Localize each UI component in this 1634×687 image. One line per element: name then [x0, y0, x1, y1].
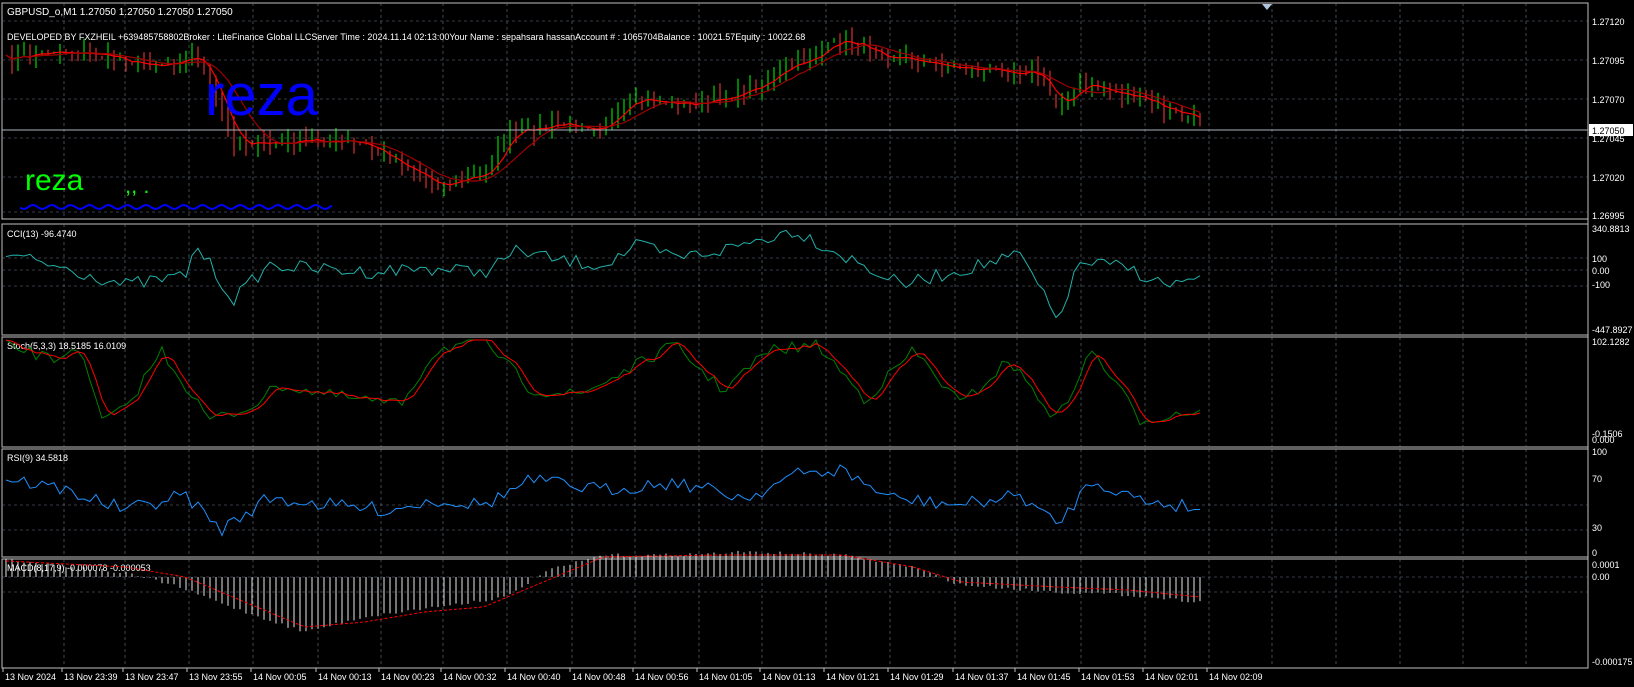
cci-label: CCI(13) -96.4740 [7, 229, 77, 239]
cci-scale: 340.8813 100 0.00 -100 -447.8927 [1592, 224, 1633, 335]
stoch-panel[interactable] [1, 336, 1589, 448]
macd-signal-line [5, 554, 1201, 628]
time-label: 14 Nov 00:56 [635, 672, 689, 682]
time-label: 14 Nov 00:32 [443, 672, 497, 682]
symbol-header: GBPUSD_o,M1 1.27050 1.27050 1.27050 1.27… [7, 7, 233, 18]
cci-scale-label: 0.00 [1592, 266, 1610, 276]
time-label: 14 Nov 02:01 [1145, 672, 1199, 682]
time-label: 14 Nov 01:05 [699, 672, 753, 682]
time-label: 14 Nov 01:37 [955, 672, 1009, 682]
cci-scale-label: 340.8813 [1592, 224, 1630, 234]
time-label: 14 Nov 00:13 [318, 672, 372, 682]
time-label: 13 Nov 23:39 [64, 672, 118, 682]
stoch-scale: 102.12820.000-0.1506 [1592, 337, 1630, 445]
rsi-scale-label: 30 [1592, 523, 1602, 533]
time-label: 14 Nov 01:53 [1081, 672, 1135, 682]
macd-scale: 0.0001 0.00 -0.000175 [1592, 560, 1633, 667]
trading-chart[interactable]: GBPUSD_o,M1 1.27050 1.27050 1.27050 1.27… [0, 0, 1634, 687]
macd-scale-label: 0.0001 [1592, 560, 1620, 570]
moving-average-slow [5, 44, 1201, 182]
watermark-marks: ,, . [125, 173, 149, 198]
price-label: 1.27095 [1592, 56, 1625, 66]
time-label: 14 Nov 00:23 [381, 672, 435, 682]
time-label: 14 Nov 02:09 [1209, 672, 1263, 682]
rsi-scale: 100 70 30 0 [1592, 447, 1607, 558]
macd-scale-label: 0.00 [1592, 572, 1610, 582]
time-label: 14 Nov 00:40 [507, 672, 561, 682]
rsi-scale-label: 0 [1592, 548, 1597, 558]
time-label: 13 Nov 23:55 [189, 672, 243, 682]
time-label: 13 Nov 2024 [5, 672, 56, 682]
time-label: 14 Nov 00:05 [253, 672, 307, 682]
cci-line [5, 229, 1201, 319]
stoch-label: Stoch(5,3,3) 18.5185 16.0109 [7, 341, 126, 351]
watermark-big: reza [205, 63, 319, 128]
candles [11, 27, 1201, 197]
stoch-scale-label: -0.1506 [1592, 429, 1623, 439]
macd-panel[interactable] [1, 558, 1589, 669]
cci-scale-label: -100 [1592, 280, 1610, 290]
time-label: 14 Nov 01:21 [826, 672, 880, 682]
time-label: 14 Nov 01:13 [762, 672, 816, 682]
current-price-label: 1.27050 [1592, 126, 1625, 136]
shift-triangle-icon[interactable] [1262, 4, 1272, 10]
rsi-label: RSI(9) 34.5818 [7, 453, 68, 463]
rsi-scale-label: 70 [1592, 474, 1602, 484]
rsi-scale-label: 100 [1592, 447, 1607, 457]
time-axis: 13 Nov 2024 13 Nov 23:39 13 Nov 23:47 13 No… [2, 668, 1263, 682]
cci-panel[interactable] [1, 223, 1589, 336]
wave-decoration [19, 203, 333, 211]
rsi-line [5, 464, 1200, 537]
time-label: 14 Nov 01:45 [1017, 672, 1071, 682]
watermark-small: reza [25, 164, 84, 197]
rsi-panel[interactable] [1, 448, 1589, 558]
price-label: 1.27070 [1592, 95, 1625, 105]
time-label: 14 Nov 01:29 [890, 672, 944, 682]
stoch-main-line [5, 339, 1201, 426]
stoch-signal-line [5, 339, 1201, 424]
price-label: 1.27120 [1592, 17, 1625, 27]
price-label: 1.27020 [1592, 173, 1625, 183]
account-info: DEVELOPED BY FXZHEIL +639485758802Broker… [7, 32, 805, 42]
time-label: 13 Nov 23:47 [125, 672, 179, 682]
price-scale: 1.271201.270951.270701.270451.270201.269… [1592, 17, 1625, 221]
macd-scale-label: -0.000175 [1592, 657, 1633, 667]
stoch-scale-label: 102.1282 [1592, 337, 1630, 347]
cci-scale-label: -447.8927 [1592, 325, 1633, 335]
time-label: 14 Nov 00:48 [572, 672, 626, 682]
cci-scale-label: 100 [1592, 254, 1607, 264]
macd-histogram [5, 550, 1201, 632]
price-label: 1.26995 [1592, 211, 1625, 221]
